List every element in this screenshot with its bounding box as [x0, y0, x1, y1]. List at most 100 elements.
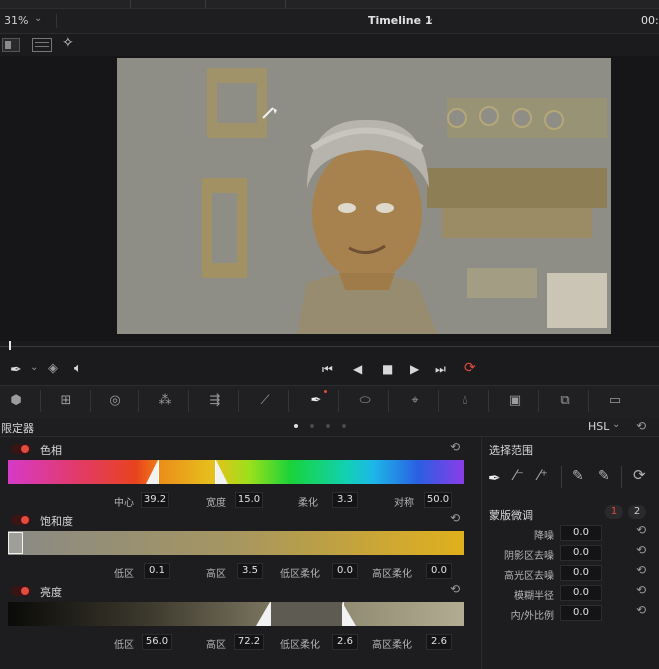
hue-symmetry-value[interactable]: 50.0	[424, 492, 452, 508]
play-icon[interactable]: ▶	[410, 362, 419, 376]
lum-high-label: 高区	[206, 640, 226, 651]
luminance-gradient[interactable]	[8, 602, 464, 626]
sat-low-soft-value[interactable]: 0.0	[332, 563, 358, 579]
reset-icon[interactable]: ⟲	[636, 543, 646, 557]
saturation-label: 饱和度	[40, 515, 73, 528]
saturation-handle[interactable]	[8, 532, 23, 554]
primaries-icon[interactable]: ◎	[107, 394, 123, 408]
page-dot[interactable]	[342, 424, 346, 428]
key-icon[interactable]: ▣	[507, 394, 523, 408]
layers-icon[interactable]: ◈	[48, 361, 58, 376]
matte-param-value[interactable]: 0.0	[560, 545, 602, 561]
saturation-toggle[interactable]	[11, 515, 31, 525]
hue-symmetry-label: 对称	[394, 498, 414, 509]
sizing-icon[interactable]: ⧉	[557, 394, 573, 408]
hue-center-value[interactable]: 39.2	[141, 492, 169, 508]
hue-gradient[interactable]	[8, 460, 464, 484]
chevron-down-icon[interactable]: ⌄	[30, 362, 38, 373]
timeline-title[interactable]: Timeline 1	[368, 14, 433, 27]
sat-high-value[interactable]: 3.5	[237, 563, 263, 579]
magic-wand-icon[interactable]: ✧	[62, 35, 74, 51]
scrubber-track	[0, 346, 659, 347]
qualifier-icon[interactable]: ✒	[308, 394, 324, 408]
viewer-image[interactable]	[117, 58, 611, 334]
zoom-level[interactable]: 31%	[4, 14, 28, 27]
color-match-icon[interactable]: ⊞	[58, 394, 74, 408]
matte-param-label: 模糊半径	[514, 591, 554, 602]
camera-raw-icon[interactable]: ⬢	[8, 394, 24, 408]
page-dot-active[interactable]	[294, 424, 298, 428]
matte-param-label: 降噪	[534, 531, 554, 542]
speaker-icon[interactable]: 🔈︎	[74, 361, 82, 376]
hue-soft-value[interactable]: 3.3	[332, 492, 358, 508]
reset-icon[interactable]: ⟲	[450, 440, 460, 454]
lum-low-soft-value[interactable]: 2.6	[332, 634, 358, 650]
sat-low-value[interactable]: 0.1	[144, 563, 170, 579]
hue-soft-label: 柔化	[298, 498, 318, 509]
curves-icon[interactable]: ⟋	[257, 394, 273, 408]
page-dot[interactable]	[326, 424, 330, 428]
picker-icon[interactable]: ✒	[488, 469, 501, 487]
hue-width-value[interactable]: 15.0	[235, 492, 263, 508]
saturation-gradient[interactable]	[8, 531, 464, 555]
reset-icon[interactable]: ⟲	[636, 603, 646, 617]
matte-tab-2[interactable]: 2	[628, 505, 646, 519]
feather-plus-icon[interactable]: ✎	[598, 468, 610, 484]
picker-icon[interactable]: ✒	[10, 362, 22, 378]
qualifier-header	[0, 418, 659, 437]
scrubber-bar[interactable]	[0, 342, 659, 354]
matte-tab-1[interactable]: 1	[605, 505, 623, 519]
reset-icon[interactable]: ⟲	[636, 583, 646, 597]
reset-icon[interactable]: ⟲	[450, 582, 460, 596]
timecode: 00:0	[641, 14, 659, 27]
lum-low-value[interactable]: 56.0	[142, 634, 172, 650]
blur-icon[interactable]: 💧︎	[457, 394, 473, 408]
matte-param-value[interactable]: 0.0	[560, 585, 602, 601]
play-reverse-icon[interactable]: ◀	[353, 362, 362, 376]
single-view-icon[interactable]	[2, 38, 20, 52]
sat-low-soft-label: 低区柔化	[280, 569, 320, 580]
divider	[561, 466, 562, 488]
tracker-icon[interactable]: ⌖	[407, 394, 423, 408]
qualifier-mode[interactable]: HSL	[588, 420, 609, 433]
matte-param-value[interactable]: 0.0	[560, 565, 602, 581]
grid-view-icon[interactable]	[32, 38, 52, 52]
lum-low-label: 低区	[114, 640, 134, 651]
lum-high-soft-value[interactable]: 2.6	[426, 634, 452, 650]
reset-icon[interactable]: ⟲	[636, 563, 646, 577]
sat-high-soft-value[interactable]: 0.0	[426, 563, 452, 579]
reset-icon[interactable]: ⟲	[636, 523, 646, 537]
picker-plus-icon[interactable]: ⁄⁺	[538, 468, 548, 484]
invert-icon[interactable]: ⟳	[633, 466, 646, 484]
hdr-icon[interactable]: ⁂	[157, 394, 173, 408]
page-tabs-strip	[0, 0, 659, 9]
matte-param-value[interactable]: 0.0	[560, 525, 602, 541]
chevron-down-icon[interactable]: ⌄	[612, 419, 620, 430]
skip-to-end-icon[interactable]: ⏭︎	[435, 362, 446, 377]
playhead[interactable]	[9, 341, 11, 350]
chevron-down-icon[interactable]: ⌄	[426, 13, 434, 24]
matte-param-label: 高光区去噪	[504, 571, 554, 582]
hue-width-label: 宽度	[206, 498, 226, 509]
feather-minus-icon[interactable]: ✎	[572, 468, 584, 484]
skip-to-start-icon[interactable]: ⏮︎	[322, 362, 333, 377]
stop-icon[interactable]: ■	[382, 362, 393, 376]
lum-high-value[interactable]: 72.2	[234, 634, 264, 650]
rgb-mixer-icon[interactable]: ⇶	[207, 394, 223, 408]
luminance-toggle[interactable]	[11, 586, 31, 596]
viewer-header	[0, 9, 659, 34]
viewer-toolbar	[0, 34, 659, 56]
reset-icon[interactable]: ⟲	[450, 511, 460, 525]
hue-toggle[interactable]	[11, 444, 31, 454]
window-icon[interactable]: ⬭	[357, 394, 373, 408]
reset-icon[interactable]: ⟲	[636, 419, 646, 433]
active-indicator	[324, 390, 327, 393]
selection-range-title: 选择范围	[489, 444, 533, 457]
chevron-down-icon[interactable]: ⌄	[34, 13, 42, 24]
loop-icon[interactable]: ⟳	[464, 360, 476, 376]
matte-finesse-title: 蒙版微调	[489, 509, 533, 522]
matte-param-value[interactable]: 0.0	[560, 605, 602, 621]
3d-icon[interactable]: ▭	[607, 394, 623, 408]
picker-minus-icon[interactable]: ⁄⁻	[514, 468, 524, 484]
page-dot[interactable]	[310, 424, 314, 428]
